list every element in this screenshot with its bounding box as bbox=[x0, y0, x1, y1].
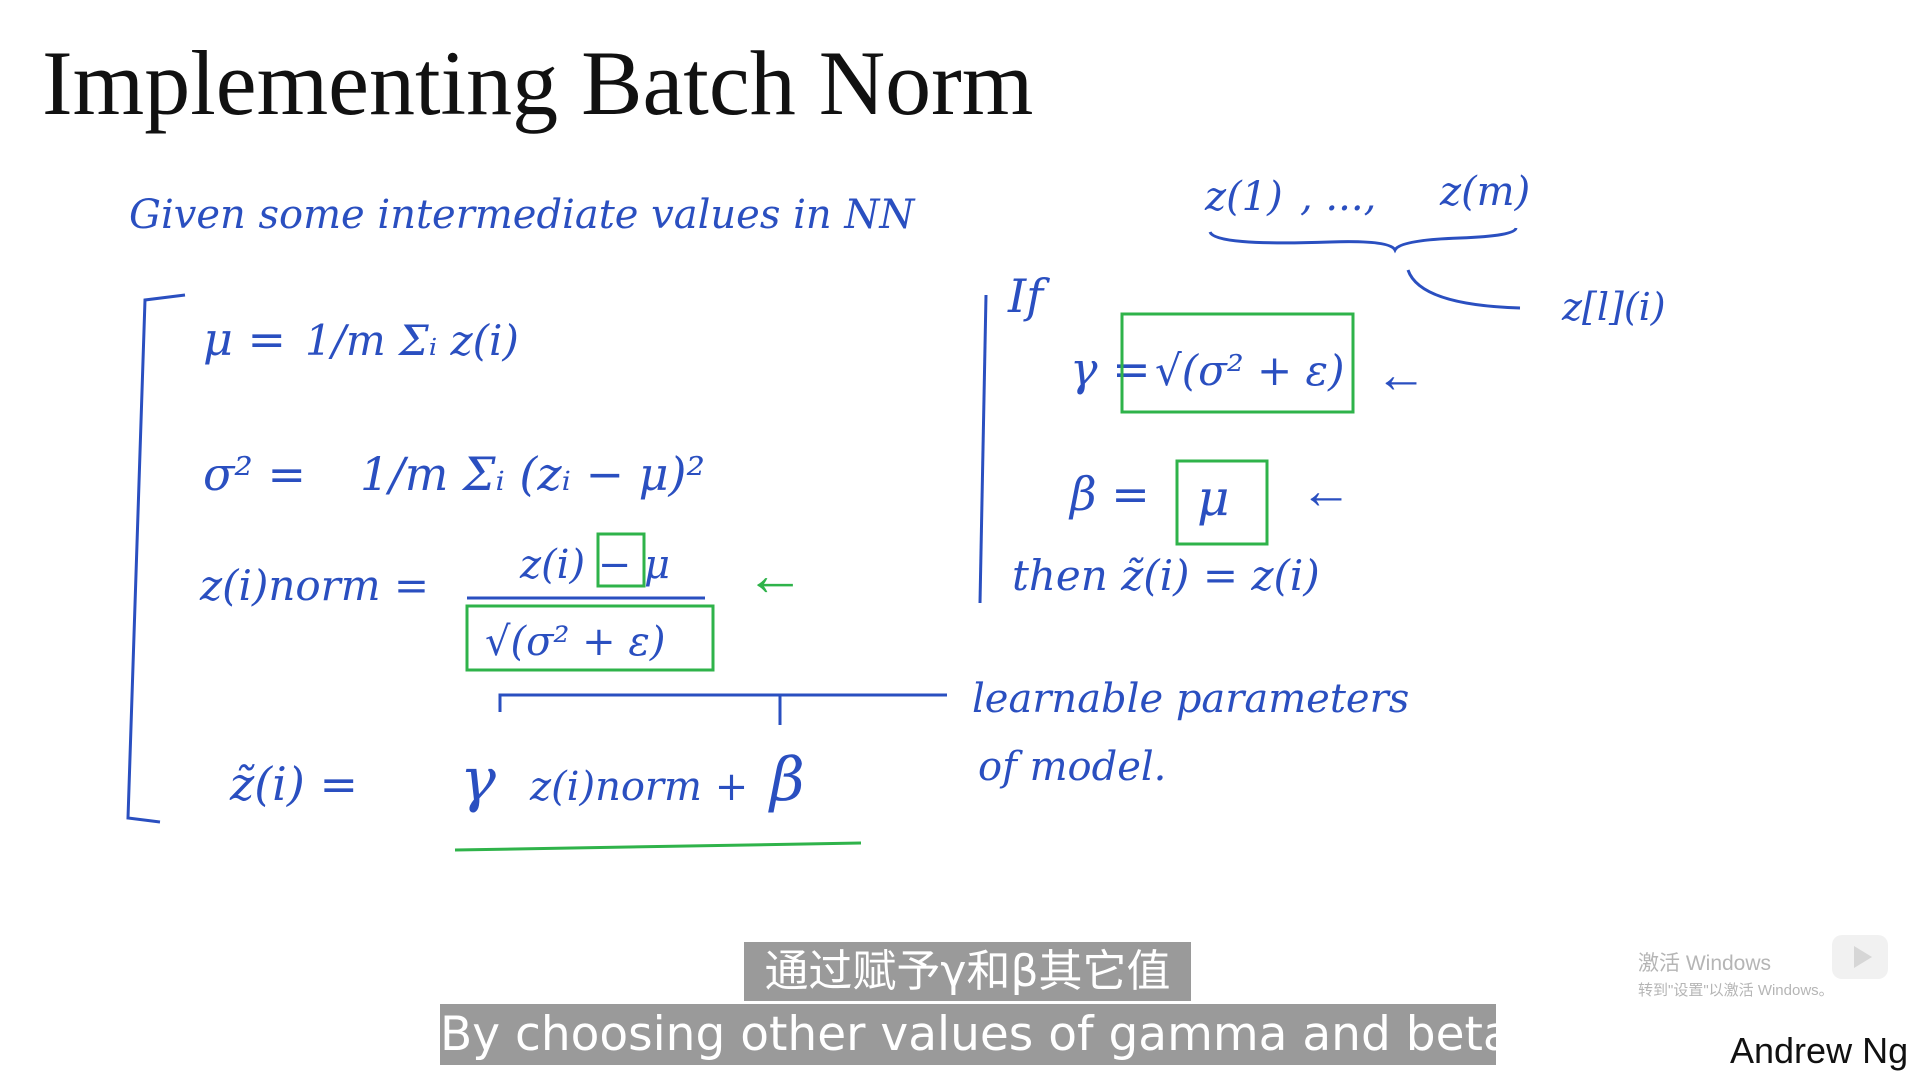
beta-rhs: μ bbox=[1197, 469, 1230, 527]
ztilde-lhs: z̃(i) = bbox=[229, 757, 358, 811]
brace-pointer bbox=[1406, 269, 1521, 310]
then-text: then z̃(i) = z(i) bbox=[1012, 551, 1320, 600]
z-first: z(1) bbox=[1204, 174, 1283, 220]
mu-lhs: μ = bbox=[203, 312, 286, 366]
learnable-text-1: learnable parameters bbox=[972, 676, 1409, 722]
znorm-lhs: z(i)norm = bbox=[199, 561, 429, 610]
intro-text: Given some intermediate values in NN bbox=[129, 192, 916, 238]
gamma-rhs: √(σ² + ε) bbox=[1155, 346, 1344, 395]
sigma-rhs: 1/m Σᵢ (zᵢ − μ)² bbox=[360, 447, 705, 501]
watermark-line-2: 转到"设置"以激活 Windows。 bbox=[1638, 982, 1834, 999]
green-underline bbox=[454, 841, 862, 852]
left-arrow-icon: ← bbox=[1300, 462, 1352, 520]
left-arrow-icon: ← bbox=[1375, 346, 1427, 404]
handwritten-notes: Given some intermediate values in NN z(1… bbox=[126, 169, 1666, 852]
right-bracket-line bbox=[978, 294, 988, 604]
tv-play-icon bbox=[1832, 935, 1888, 979]
windows-activation-watermark: 激活 Windows 转到"设置"以激活 Windows。 bbox=[1638, 947, 1834, 1000]
watermark-line-1: 激活 Windows bbox=[1638, 952, 1772, 975]
left-bracket bbox=[126, 293, 186, 824]
subtitle-chinese: 通过赋予γ和β其它值 bbox=[744, 942, 1191, 1001]
sigma-lhs: σ² = bbox=[203, 447, 306, 501]
znorm-numerator: z(i) − μ bbox=[519, 542, 670, 588]
gamma-lhs: γ = bbox=[1070, 342, 1151, 396]
subtitle-english: By choosing other values of gamma and be… bbox=[440, 1004, 1527, 1065]
ztilde-gamma: γ bbox=[460, 745, 496, 815]
ztilde-beta: β bbox=[768, 745, 805, 815]
gamma-arrow-line bbox=[498, 693, 947, 712]
znorm-denominator: √(σ² + ε) bbox=[485, 619, 665, 665]
z-layer-notation: z[l](i) bbox=[1561, 285, 1666, 329]
z-dots: , ..., bbox=[1300, 174, 1376, 220]
z-last: z(m) bbox=[1439, 169, 1530, 215]
author-name: Andrew Ng bbox=[1730, 1030, 1909, 1071]
brace bbox=[1208, 227, 1518, 254]
learnable-text-2: of model. bbox=[978, 744, 1166, 790]
green-arrow-icon: ← bbox=[745, 541, 805, 608]
beta-lhs: β = bbox=[1068, 467, 1150, 521]
ztilde-middle: z(i)norm + bbox=[529, 764, 748, 810]
mu-rhs: 1/m Σᵢ z(i) bbox=[305, 316, 519, 365]
if-label: If bbox=[1007, 269, 1050, 323]
